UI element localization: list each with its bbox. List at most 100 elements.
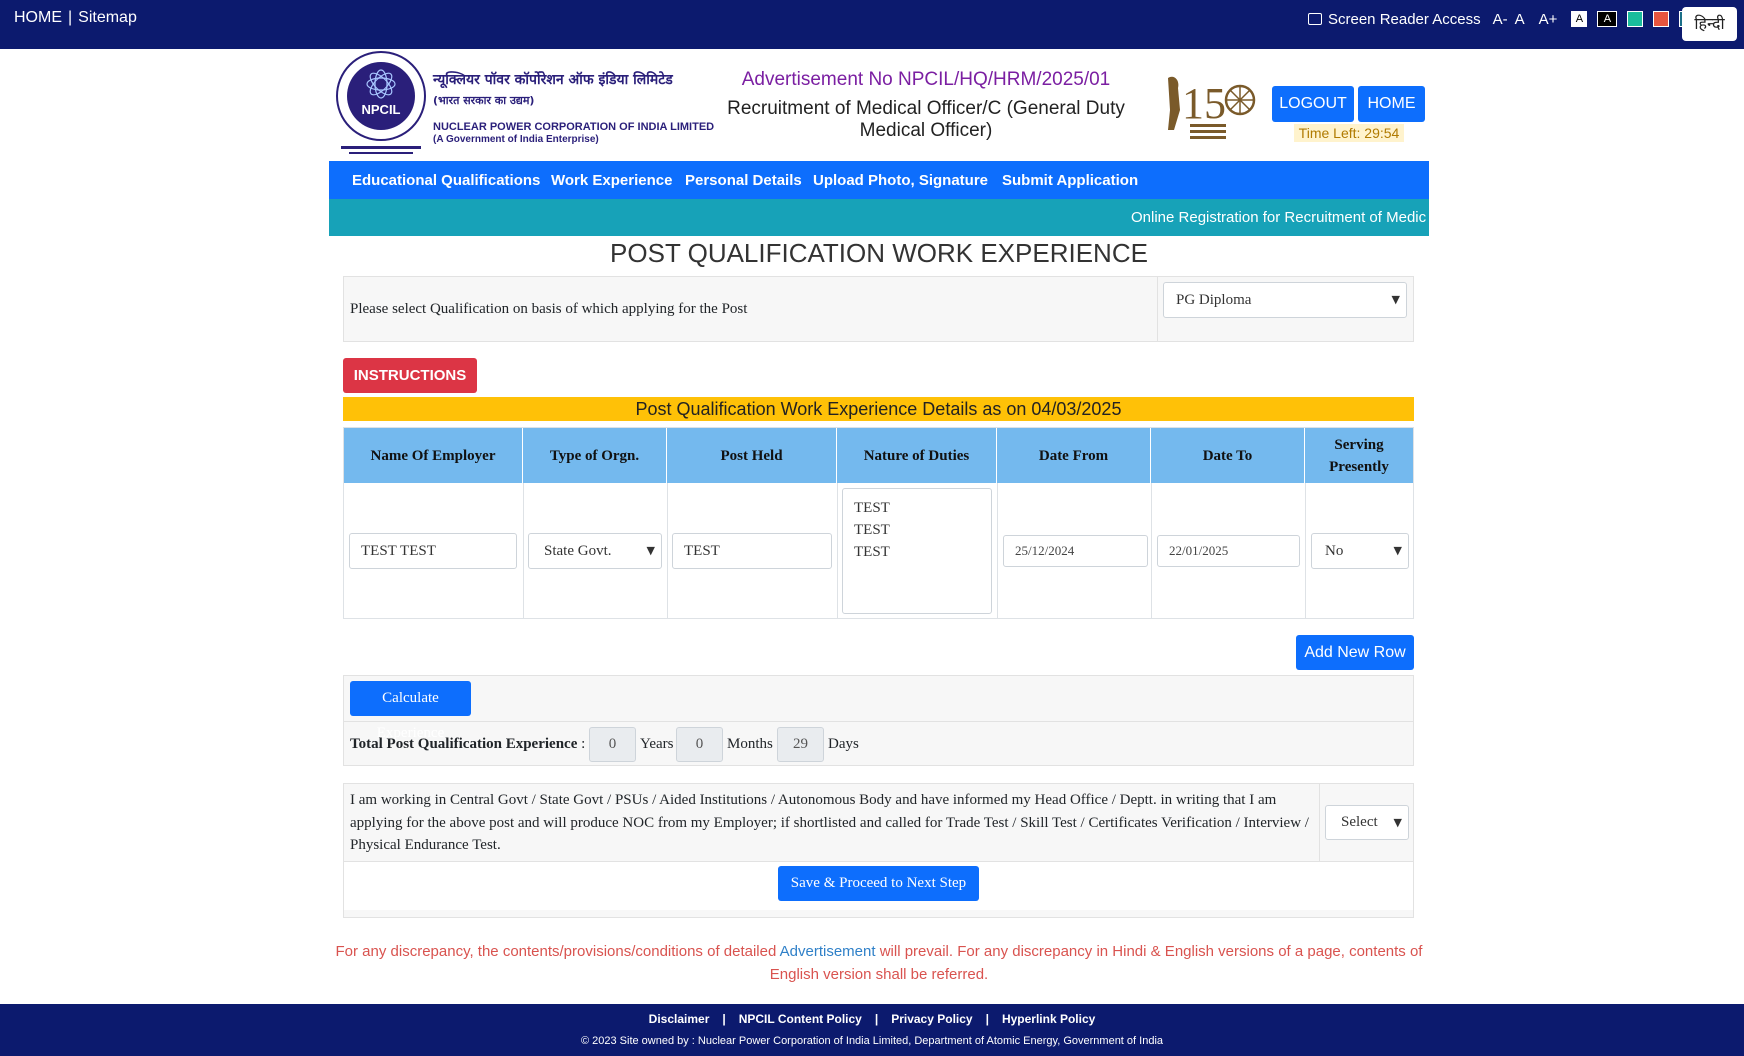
mahatma-150-emblem: 15 — [1168, 76, 1256, 139]
main-nav: Educational Qualifications Work Experien… — [329, 161, 1429, 199]
contrast-dark-button[interactable]: A — [1597, 11, 1618, 27]
npcil-logo: NPCIL — [336, 51, 426, 154]
noc-select-value: Select — [1341, 814, 1378, 830]
org-subtitle-english: (A Government of India Enterprise) — [433, 134, 599, 145]
org-subtitle-hindi: (भारत सरकार का उद्यम) — [433, 94, 535, 107]
divider — [1319, 784, 1320, 861]
footer-link-privacy-policy[interactable]: Privacy Policy — [878, 1012, 985, 1026]
post-held-input[interactable]: TEST — [672, 533, 832, 569]
discrepancy-notice: For any discrepancy, the contents/provis… — [329, 940, 1429, 986]
nav-work-experience[interactable]: Work Experience — [551, 172, 672, 189]
column-header-date-to: Date To — [1151, 428, 1305, 483]
calculate-experience-button[interactable]: Calculate Experience — [350, 681, 471, 741]
hindi-language-button[interactable]: हिन्दी — [1682, 7, 1737, 41]
screen-reader-link[interactable]: Screen Reader Access — [1328, 11, 1481, 28]
months-field: 0 — [676, 727, 723, 762]
total-experience-colon: : — [581, 736, 586, 752]
column-header-employer: Name Of Employer — [344, 428, 523, 483]
instructions-button[interactable]: INSTRUCTIONS — [343, 358, 477, 393]
chevron-down-icon: ▼ — [646, 544, 655, 557]
nature-of-duties-textarea[interactable]: TEST TEST TEST — [842, 488, 992, 614]
footer-copyright: © 2023 Site owned by : Nuclear Power Cor… — [580, 1035, 1164, 1047]
theme-green-button[interactable] — [1627, 11, 1644, 27]
footer-link-content-policy[interactable]: NPCIL Content Policy — [726, 1012, 875, 1026]
accessibility-tools: Screen Reader Access A- A A+ A A — [1308, 9, 1705, 29]
recruitment-title: Recruitment of Medical Officer/C (Genera… — [727, 98, 1125, 141]
cell-divider — [837, 483, 838, 619]
column-header-date-from: Date From — [997, 428, 1151, 483]
footer-link-disclaimer[interactable]: Disclaimer — [636, 1012, 723, 1026]
logout-button[interactable]: LOGOUT — [1272, 86, 1354, 122]
org-type-select-value: State Govt. — [544, 543, 612, 559]
page-title: POST QUALIFICATION WORK EXPERIENCE — [610, 238, 1148, 268]
nav-upload-photo-signature[interactable]: Upload Photo, Signature — [813, 172, 988, 189]
svg-text:15: 15 — [1182, 79, 1226, 128]
link-separator: | — [68, 9, 73, 26]
advertisement-link[interactable]: Advertisement — [780, 943, 876, 960]
table-row: TEST TEST State Govt. ▼ TEST TEST TEST T… — [344, 483, 1413, 619]
footer: Disclaimer | NPCIL Content Policy | Privacy … — [0, 1004, 1744, 1056]
announcement-marquee: Online Registration for Recruitment of M… — [329, 199, 1429, 236]
chevron-down-icon: ▼ — [1393, 815, 1402, 829]
home-link[interactable]: HOME — [14, 9, 62, 26]
font-decrease-button[interactable]: A- — [1493, 11, 1508, 28]
date-to-input[interactable]: 22/01/2025 — [1157, 535, 1300, 567]
column-header-serving: Serving Presently — [1329, 436, 1389, 475]
nav-personal-details[interactable]: Personal Details — [685, 172, 802, 189]
marquee-text: Online Registration for Recruitment of M… — [1131, 209, 1427, 226]
nav-educational-qualifications[interactable]: Educational Qualifications — [352, 172, 540, 189]
noc-declaration-text: I am working in Central Govt / State Gov… — [350, 792, 1309, 853]
cell-divider — [1305, 483, 1306, 619]
column-header-org-type: Type of Orgn. — [523, 428, 667, 483]
serving-presently-select[interactable]: No ▼ — [1311, 533, 1409, 569]
days-label: Days — [828, 736, 859, 752]
cell-divider — [997, 483, 998, 619]
qualification-row: Please select Qualification on basis of … — [343, 276, 1414, 342]
advertisement-number: Advertisement No NPCIL/HQ/HRM/2025/01 — [741, 69, 1111, 90]
serving-select-value: No — [1325, 543, 1344, 559]
years-label: Years — [640, 736, 674, 752]
notice-text-start: For any discrepancy, the contents/provis… — [335, 943, 780, 960]
org-type-select[interactable]: State Govt. ▼ — [528, 533, 662, 569]
section-title-bar: Post Qualification Work Experience Detai… — [343, 397, 1414, 421]
experience-calculation-panel: Calculate Experience Total Post Qualific… — [343, 675, 1414, 766]
font-increase-button[interactable]: A+ — [1539, 11, 1558, 28]
svg-text:NPCIL: NPCIL — [362, 102, 401, 117]
total-experience-label-text: Total Post Qualification Experience — [350, 736, 578, 752]
table-header-row: Name Of Employer Type of Orgn. Post Held… — [344, 428, 1413, 483]
days-field: 29 — [777, 727, 824, 762]
add-new-row-button[interactable]: Add New Row — [1296, 635, 1414, 670]
qualification-label: Please select Qualification on basis of … — [350, 301, 748, 317]
divider — [344, 721, 1413, 722]
save-and-proceed-button[interactable]: Save & Proceed to Next Step — [778, 866, 979, 901]
theme-orange-button[interactable] — [1653, 11, 1670, 27]
years-field: 0 — [589, 727, 636, 762]
chevron-down-icon: ▼ — [1391, 293, 1400, 306]
footer-links: Disclaimer | NPCIL Content Policy | Privacy … — [0, 1012, 1744, 1026]
contrast-light-button[interactable]: A — [1571, 11, 1588, 27]
sitemap-link[interactable]: Sitemap — [78, 9, 137, 26]
months-label: Months — [727, 736, 773, 752]
column-header-duties: Nature of Duties — [837, 428, 997, 483]
chevron-down-icon: ▼ — [1393, 544, 1402, 557]
cell-divider — [1151, 483, 1152, 619]
divider — [1157, 277, 1158, 341]
qualification-select-value: PG Diploma — [1176, 292, 1252, 308]
date-from-input[interactable]: 25/12/2024 — [1003, 535, 1148, 567]
cell-divider — [523, 483, 524, 619]
time-left-timer: Time Left: 29:54 — [1294, 124, 1404, 142]
top-bar: HOME | Sitemap Screen Reader Access A- A A… — [0, 0, 1744, 49]
footer-link-hyperlink-policy[interactable]: Hyperlink Policy — [989, 1012, 1108, 1026]
employer-name-input[interactable]: TEST TEST — [349, 533, 517, 569]
qualification-select[interactable]: PG Diploma ▼ — [1163, 282, 1407, 318]
screen-reader-icon — [1308, 13, 1322, 25]
home-button[interactable]: HOME — [1358, 86, 1425, 122]
noc-declaration-select[interactable]: Select ▼ — [1325, 805, 1409, 840]
org-name-hindi: न्यूक्लियर पॉवर कॉर्पोरेशन ऑफ इंडिया लिम… — [433, 72, 673, 88]
nav-submit-application[interactable]: Submit Application — [1002, 172, 1138, 189]
top-links: HOME | Sitemap — [14, 9, 137, 27]
total-experience-label: Total Post Qualification Experience : — [350, 736, 585, 753]
org-name-english: NUCLEAR POWER CORPORATION OF INDIA LIMIT… — [433, 121, 715, 133]
cell-divider — [667, 483, 668, 619]
font-normal-button[interactable]: A — [1515, 11, 1525, 28]
